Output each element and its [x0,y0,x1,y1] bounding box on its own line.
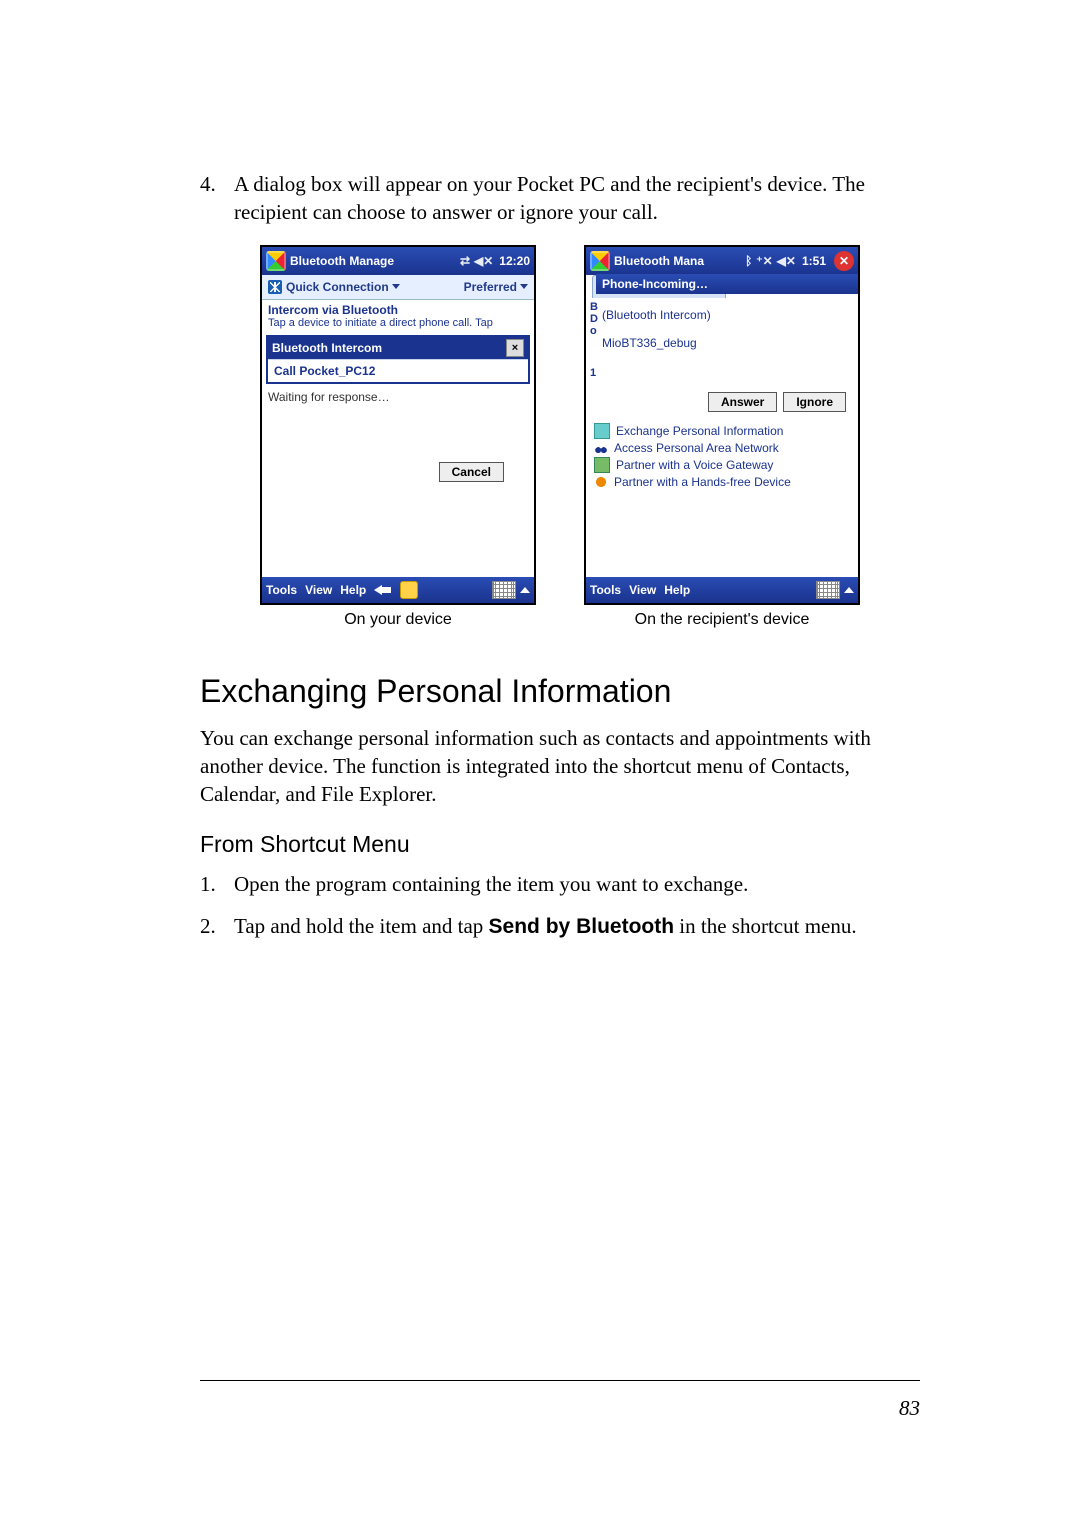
incoming-body: (Bluetooth Intercom) MioBT336_debug [594,294,858,356]
preferred-menu[interactable]: Preferred [464,280,517,294]
page-number: 83 [899,1396,920,1421]
left-device-wrap: Bluetooth Manage ⇄ ◀✕ 12:20 Quick Connec… [260,245,536,629]
handsfree-icon [594,475,608,489]
left-device: Bluetooth Manage ⇄ ◀✕ 12:20 Quick Connec… [260,245,536,605]
step-text: Tap and hold the item and tap Send by Bl… [234,912,920,941]
bluetooth-icon [268,280,282,294]
step2-bold: Send by Bluetooth [489,915,675,938]
footer-rule [200,1380,920,1381]
list-item[interactable]: Access Personal Area Network [594,440,850,456]
step2-pre: Tap and hold the item and tap [234,914,489,938]
chevron-down-icon[interactable] [392,284,400,289]
call-target-row: Call Pocket_PC12 [268,359,528,382]
list-item[interactable]: Partner with a Voice Gateway [594,456,850,474]
step-2: 2. Tap and hold the item and tap Send by… [200,912,920,941]
start-icon[interactable] [590,251,610,271]
right-device-wrap: Bluetooth Mana ᛒ ⁺✕ ◀✕ 1:51 ✕ Bluetooth … [584,245,860,629]
keyboard-icon[interactable] [492,581,516,599]
incoming-titlebar: Phone-Incoming… [596,274,858,294]
dialog-titlebar: Bluetooth Intercom × [268,337,528,359]
service-label: Partner with a Hands-free Device [614,475,791,489]
view-menu[interactable]: View [305,583,332,597]
app-title: Bluetooth Manage [290,254,456,268]
voice-gateway-icon [594,457,610,473]
incoming-device-name: MioBT336_debug [602,336,850,350]
ignore-button[interactable]: Ignore [783,392,846,412]
step-4: 4. A dialog box will appear on your Pock… [200,170,920,227]
clock: 1:51 [802,254,826,268]
quick-connection-menu[interactable]: Quick Connection [286,280,389,294]
start-icon[interactable] [266,251,286,271]
obscured-background-text: B D o 1 [590,301,598,379]
bluetooth-status-icon[interactable]: ᛒ [745,254,752,268]
screenshots-row: Bluetooth Manage ⇄ ◀✕ 12:20 Quick Connec… [200,245,920,629]
service-label: Exchange Personal Information [616,424,783,438]
answer-button[interactable]: Answer [708,392,777,412]
section-heading: Exchanging Personal Information [200,673,920,710]
keyboard-icon[interactable] [816,581,840,599]
right-caption: On the recipient's device [635,611,810,629]
step-number: 2. [200,912,234,941]
help-menu[interactable]: Help [664,583,690,597]
app-title: Bluetooth Mana [614,254,741,268]
step-number: 4. [200,170,234,227]
bluetooth-chip-icon[interactable] [400,581,418,599]
dialog-title: Bluetooth Intercom [272,341,382,355]
sub-toolbar: Quick Connection Preferred [262,275,534,300]
network-icon [594,441,608,455]
titlebar: Bluetooth Mana ᛒ ⁺✕ ◀✕ 1:51 ✕ [586,247,858,275]
connectivity-icon[interactable]: ⇄ [460,254,470,268]
bluetooth-intercom-dialog: Bluetooth Intercom × Call Pocket_PC12 [266,335,530,384]
help-menu[interactable]: Help [340,583,366,597]
tools-menu[interactable]: Tools [590,583,621,597]
back-icon[interactable] [374,583,392,597]
incoming-service: (Bluetooth Intercom) [602,308,850,322]
subsection-heading: From Shortcut Menu [200,831,920,858]
section-title: Intercom via Bluetooth [262,300,534,317]
titlebar: Bluetooth Manage ⇄ ◀✕ 12:20 [262,247,534,275]
input-chooser-icon[interactable] [520,587,530,593]
volume-icon[interactable]: ◀✕ [777,254,796,268]
step-number: 1. [200,870,234,898]
service-label: Partner with a Voice Gateway [616,458,773,472]
step-text: A dialog box will appear on your Pocket … [234,170,920,227]
input-chooser-icon[interactable] [844,587,854,593]
connectivity-icon[interactable]: ⁺✕ [756,254,772,268]
step-text: Open the program containing the item you… [234,870,920,898]
incoming-title: Phone-Incoming… [602,277,708,291]
volume-icon[interactable]: ◀✕ [474,254,493,268]
section-subtitle: Tap a device to initiate a direct phone … [262,317,534,333]
bottom-toolbar: Tools View Help [586,577,858,603]
step-1: 1. Open the program containing the item … [200,870,920,898]
close-icon[interactable]: ✕ [834,251,854,271]
bottom-toolbar: Tools View Help [262,577,534,603]
cancel-button[interactable]: Cancel [439,462,504,482]
list-item[interactable]: Partner with a Hands-free Device [594,474,850,490]
service-label: Access Personal Area Network [614,441,779,455]
list-item[interactable]: Exchange Personal Information [594,422,850,440]
clock: 12:20 [499,254,530,268]
section-paragraph: You can exchange personal information su… [200,724,920,809]
waiting-status: Waiting for response… [262,386,534,404]
chevron-down-icon[interactable] [520,284,528,289]
vcard-icon [594,423,610,439]
right-device: Bluetooth Mana ᛒ ⁺✕ ◀✕ 1:51 ✕ Bluetooth … [584,245,860,605]
close-icon[interactable]: × [506,339,524,357]
view-menu[interactable]: View [629,583,656,597]
left-caption: On your device [344,611,452,629]
step2-post: in the shortcut menu. [674,914,857,938]
services-list: Exchange Personal Information Access Per… [586,418,858,498]
tools-menu[interactable]: Tools [266,583,297,597]
